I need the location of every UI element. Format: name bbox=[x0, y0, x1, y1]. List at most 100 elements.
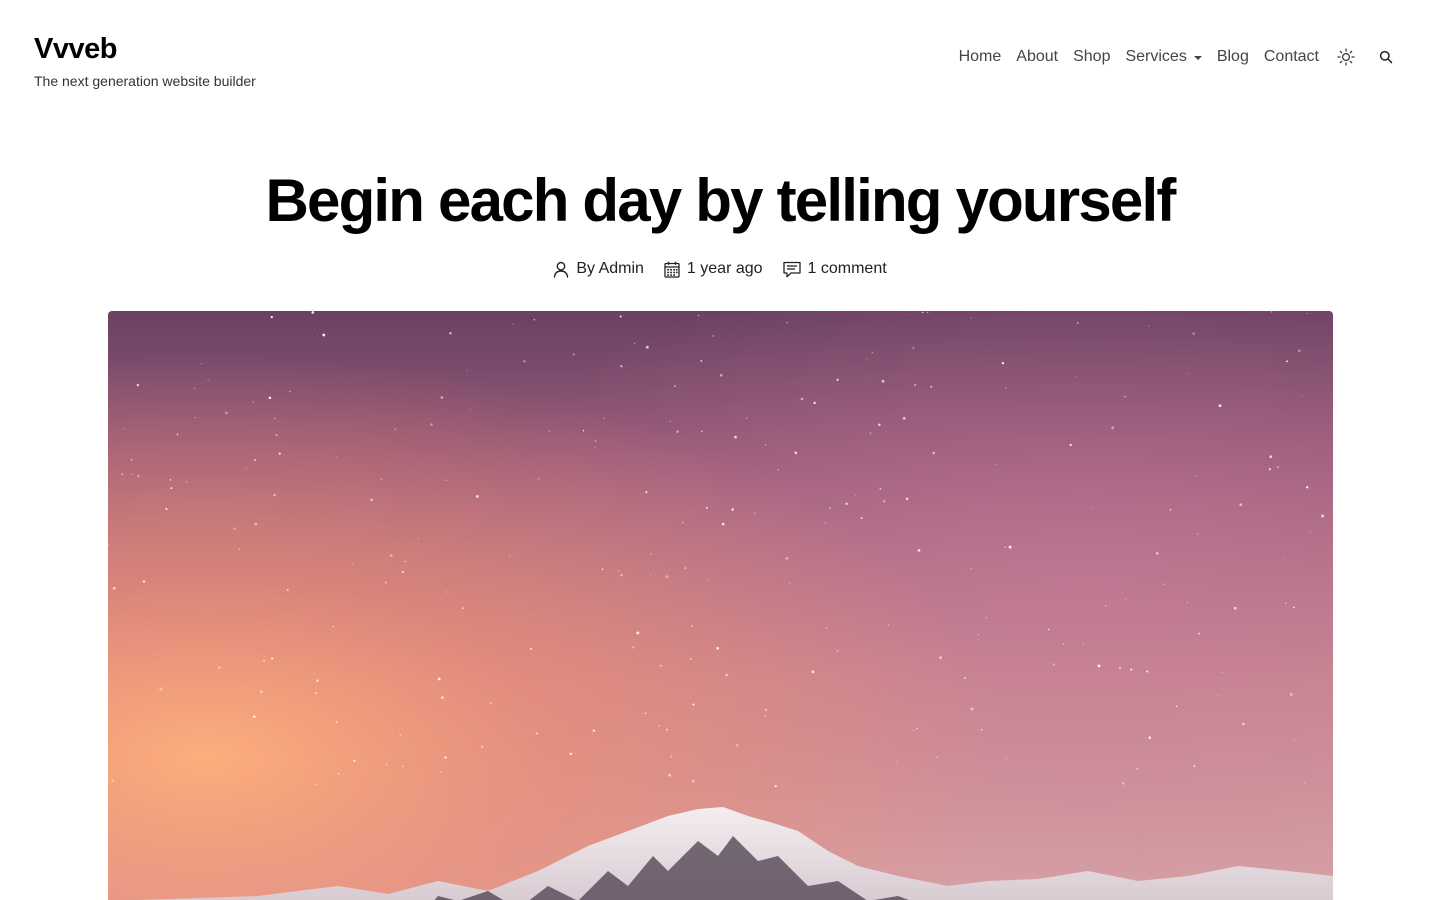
search-button[interactable] bbox=[1376, 47, 1396, 67]
star bbox=[401, 765, 404, 768]
star bbox=[644, 712, 647, 715]
star bbox=[673, 385, 676, 388]
nav-item-shop[interactable]: Shop bbox=[1073, 44, 1110, 70]
star bbox=[238, 548, 241, 551]
star bbox=[233, 527, 236, 530]
star bbox=[912, 729, 915, 732]
user-icon bbox=[554, 261, 569, 278]
star bbox=[315, 692, 318, 695]
star bbox=[684, 566, 687, 570]
site-logo-link[interactable]: Vvveb bbox=[34, 30, 256, 68]
star bbox=[193, 388, 195, 389]
star bbox=[1047, 628, 1050, 631]
star bbox=[322, 333, 326, 337]
star bbox=[434, 769, 436, 771]
star bbox=[218, 666, 221, 669]
star bbox=[977, 634, 979, 635]
star bbox=[681, 521, 684, 524]
post-comments: 1 comment bbox=[807, 260, 887, 277]
star bbox=[207, 379, 209, 381]
star bbox=[1292, 606, 1295, 609]
nav-item-blog[interactable]: Blog bbox=[1217, 44, 1249, 70]
post-meta: By Admin 1 year ago 1 comment bbox=[0, 258, 1440, 280]
star bbox=[754, 763, 756, 765]
theme-toggle-button[interactable] bbox=[1336, 47, 1356, 67]
post-date-item: 1 year ago bbox=[664, 258, 763, 280]
star bbox=[721, 522, 725, 526]
star bbox=[1195, 475, 1197, 478]
star bbox=[1218, 404, 1222, 408]
star bbox=[548, 430, 551, 432]
star bbox=[445, 479, 447, 482]
star bbox=[716, 647, 719, 650]
star bbox=[669, 420, 671, 423]
post-author-link[interactable]: By Admin bbox=[553, 258, 644, 280]
star bbox=[384, 581, 387, 584]
star bbox=[1104, 604, 1107, 607]
star bbox=[836, 649, 839, 652]
star bbox=[1075, 376, 1077, 378]
star bbox=[701, 430, 703, 433]
post-comments-link[interactable]: 1 comment bbox=[782, 258, 887, 280]
star bbox=[786, 321, 789, 324]
star bbox=[314, 328, 316, 330]
star bbox=[1306, 486, 1309, 489]
star bbox=[692, 703, 695, 706]
star bbox=[939, 656, 943, 660]
search-icon bbox=[1379, 50, 1393, 64]
star bbox=[462, 607, 464, 610]
star bbox=[444, 756, 447, 759]
star bbox=[860, 517, 863, 520]
star bbox=[825, 522, 827, 524]
star bbox=[887, 624, 889, 626]
star bbox=[845, 502, 848, 506]
star bbox=[1186, 602, 1188, 604]
star bbox=[273, 417, 276, 420]
star bbox=[869, 432, 872, 435]
nav-item-contact[interactable]: Contact bbox=[1264, 44, 1319, 70]
star bbox=[1286, 360, 1288, 363]
star bbox=[449, 332, 452, 335]
star bbox=[636, 631, 640, 635]
star bbox=[930, 385, 933, 388]
star bbox=[225, 411, 228, 415]
star bbox=[746, 417, 748, 419]
star bbox=[970, 707, 974, 711]
star bbox=[916, 727, 918, 730]
nav-item-about[interactable]: About bbox=[1016, 44, 1058, 70]
star bbox=[825, 627, 828, 630]
star bbox=[777, 469, 779, 471]
star bbox=[1198, 632, 1200, 635]
nav-item-services[interactable]: Services bbox=[1125, 44, 1202, 70]
star bbox=[1119, 666, 1121, 669]
star bbox=[1293, 739, 1295, 741]
star bbox=[1125, 598, 1127, 600]
star bbox=[572, 353, 575, 356]
star bbox=[1269, 455, 1273, 459]
star bbox=[315, 783, 318, 785]
star bbox=[430, 423, 433, 426]
comment-icon bbox=[782, 261, 801, 277]
star bbox=[245, 467, 247, 470]
star bbox=[169, 479, 172, 481]
star bbox=[1239, 503, 1243, 507]
star bbox=[603, 417, 605, 419]
star bbox=[1297, 349, 1301, 353]
star bbox=[185, 481, 188, 483]
star bbox=[535, 732, 539, 735]
star bbox=[734, 435, 737, 439]
star bbox=[289, 390, 291, 393]
star bbox=[394, 428, 397, 431]
star bbox=[725, 674, 728, 677]
star bbox=[936, 756, 938, 758]
star bbox=[1175, 705, 1178, 708]
star bbox=[866, 378, 868, 380]
star bbox=[829, 507, 831, 509]
sun-icon bbox=[1337, 48, 1355, 66]
star bbox=[278, 452, 281, 455]
star bbox=[700, 360, 703, 362]
star bbox=[538, 478, 540, 480]
star bbox=[1155, 552, 1159, 555]
nav-item-home[interactable]: Home bbox=[959, 44, 1002, 70]
star bbox=[475, 495, 479, 498]
